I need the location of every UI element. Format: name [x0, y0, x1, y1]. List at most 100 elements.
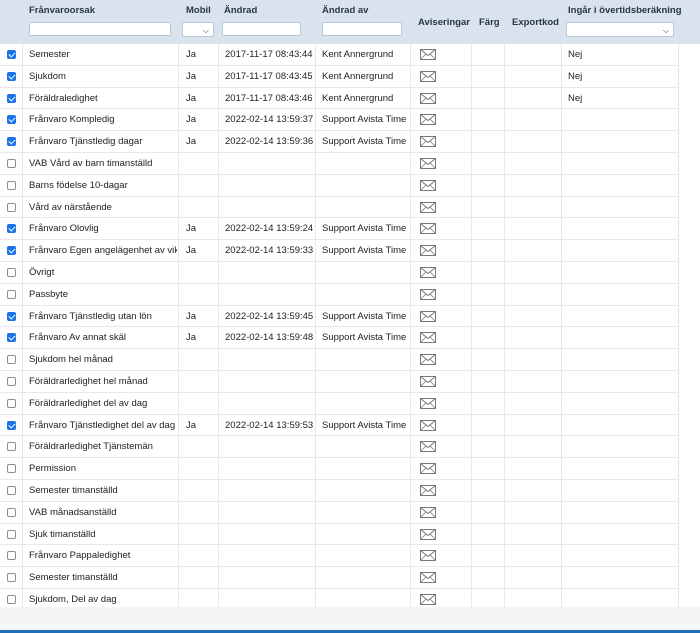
envelope-icon[interactable]: [420, 157, 436, 169]
row-checkbox[interactable]: [7, 551, 16, 561]
envelope-icon[interactable]: [420, 201, 436, 213]
envelope-icon[interactable]: [420, 310, 436, 322]
table-row[interactable]: Semester timanställd: [0, 480, 678, 502]
col-header-changed-by[interactable]: Ändrad av: [322, 5, 368, 16]
col-header-changed[interactable]: Ändrad: [224, 5, 257, 16]
row-checkbox[interactable]: [7, 464, 16, 474]
row-checkbox[interactable]: [7, 202, 16, 212]
filter-reason-input[interactable]: [29, 22, 171, 36]
table-row[interactable]: Föräldrarledighet Tjänstemän: [0, 436, 678, 459]
table-row[interactable]: Frånvaro Av annat skäl Ja 2022-02-14 13:59…: [0, 327, 678, 350]
row-checkbox[interactable]: [7, 311, 16, 321]
row-checkbox[interactable]: [7, 180, 16, 190]
changed-by-name: [322, 480, 410, 501]
reason-name: Föräldrarledighet hel månad: [29, 375, 148, 387]
row-checkbox[interactable]: [7, 50, 16, 59]
row-checkbox[interactable]: [7, 246, 16, 256]
envelope-icon[interactable]: [420, 593, 436, 605]
overtime-value: [568, 153, 668, 174]
row-checkbox[interactable]: [7, 529, 16, 539]
row-checkbox[interactable]: [7, 333, 16, 343]
table-row[interactable]: Föräldrarledighet hel månad: [0, 371, 678, 393]
table-row[interactable]: Semester Ja 2017-11-17 08:43:44 Kent Annerg…: [0, 44, 678, 66]
col-header-export-code[interactable]: Exportkod: [512, 17, 559, 28]
envelope-icon[interactable]: [420, 484, 436, 496]
changed-by-name: Support Avista Time: [322, 114, 407, 126]
mobile-value: [186, 262, 216, 283]
table-row[interactable]: Frånvaro Tjänstledighet del av dag Ja 2022…: [0, 415, 678, 437]
filter-overtime-select[interactable]: ⌵: [566, 22, 674, 37]
table-row[interactable]: Vård av närstående: [0, 197, 678, 219]
row-checkbox[interactable]: [7, 485, 16, 495]
filter-changed-by-input[interactable]: [322, 22, 402, 36]
envelope-icon[interactable]: [420, 136, 436, 148]
table-row[interactable]: Frånvaro Kompledig Ja 2022-02-14 13:59:37 S…: [0, 109, 678, 132]
table-row[interactable]: Sjuk timanställd: [0, 524, 678, 546]
envelope-icon[interactable]: [420, 441, 436, 453]
envelope-icon[interactable]: [420, 528, 436, 540]
col-header-reason[interactable]: Frånvaroorsak: [29, 5, 95, 16]
envelope-icon[interactable]: [420, 354, 436, 366]
row-checkbox[interactable]: [7, 267, 16, 277]
envelope-icon[interactable]: [420, 463, 436, 475]
changed-timestamp: 2022-02-14 13:59:53: [225, 419, 314, 431]
table-row[interactable]: Sjukdom hel månad: [0, 349, 678, 371]
table-row[interactable]: Frånvaro Pappaledighet: [0, 545, 678, 568]
row-checkbox[interactable]: [7, 158, 16, 168]
row-checkbox[interactable]: [7, 420, 16, 430]
row-checkbox[interactable]: [7, 289, 16, 299]
table-row[interactable]: VAB Vård av barn timanställd: [0, 153, 678, 175]
filter-changed-input[interactable]: [222, 22, 301, 36]
envelope-icon[interactable]: [420, 397, 436, 409]
row-checkbox[interactable]: [7, 398, 16, 408]
table-row[interactable]: Övrigt: [0, 262, 678, 284]
envelope-icon[interactable]: [420, 49, 436, 60]
changed-timestamp: [225, 262, 315, 283]
row-checkbox[interactable]: [7, 573, 16, 583]
table-row[interactable]: Sjukdom Ja 2017-11-17 08:43:45 Kent Annergr…: [0, 66, 678, 88]
row-checkbox[interactable]: [7, 71, 16, 81]
col-header-overtime[interactable]: Ingår i övertidsberäkning: [568, 5, 682, 16]
envelope-icon[interactable]: [420, 332, 436, 344]
envelope-icon[interactable]: [420, 288, 436, 300]
envelope-icon[interactable]: [420, 70, 436, 82]
table-row[interactable]: Frånvaro Tjänstledig utan lön Ja 2022-02-1…: [0, 306, 678, 328]
row-checkbox[interactable]: [7, 93, 16, 103]
row-checkbox[interactable]: [7, 137, 16, 147]
envelope-icon[interactable]: [420, 266, 436, 278]
row-checkbox[interactable]: [7, 355, 16, 365]
table-row[interactable]: Permission: [0, 458, 678, 480]
row-checkbox[interactable]: [7, 376, 16, 386]
table-row[interactable]: Frånvaro Egen angelägenhet av vikt Ja 2022…: [0, 240, 678, 262]
table-row[interactable]: Frånvaro Tjänstledig dagar Ja 2022-02-14 1…: [0, 131, 678, 153]
envelope-icon[interactable]: [420, 223, 436, 235]
changed-timestamp: 2022-02-14 13:59:33: [225, 245, 314, 257]
envelope-icon[interactable]: [420, 506, 436, 518]
envelope-icon[interactable]: [420, 245, 436, 257]
col-header-color[interactable]: Färg: [479, 17, 500, 28]
row-checkbox[interactable]: [7, 115, 16, 125]
envelope-icon[interactable]: [420, 92, 436, 104]
table-row[interactable]: Frånvaro Olovlig Ja 2022-02-14 13:59:24 Sup…: [0, 218, 678, 241]
row-checkbox[interactable]: [7, 507, 16, 517]
col-header-notifications[interactable]: Aviseringar: [418, 17, 470, 28]
envelope-icon[interactable]: [420, 550, 436, 562]
table-row[interactable]: Föräldraledighet Ja 2017-11-17 08:43:46 Ken…: [0, 88, 678, 110]
envelope-icon[interactable]: [420, 419, 436, 431]
envelope-icon[interactable]: [420, 179, 436, 191]
envelope-icon[interactable]: [420, 114, 436, 126]
envelope-icon[interactable]: [420, 572, 436, 584]
table-row[interactable]: Föräldrarledighet del av dag: [0, 393, 678, 415]
table-row[interactable]: Passbyte: [0, 284, 678, 306]
changed-by-name: [322, 284, 410, 305]
table-row[interactable]: Semester timanställd: [0, 567, 678, 589]
row-checkbox[interactable]: [7, 442, 16, 452]
reason-name: Barns födelse 10-dagar: [29, 179, 128, 191]
filter-mobile-select[interactable]: ⌵: [182, 22, 214, 37]
envelope-icon[interactable]: [420, 375, 436, 387]
table-row[interactable]: VAB månadsanställd: [0, 502, 678, 524]
col-header-mobile[interactable]: Mobil: [186, 5, 211, 16]
row-checkbox[interactable]: [7, 224, 16, 234]
row-checkbox[interactable]: [7, 594, 16, 604]
table-row[interactable]: Barns födelse 10-dagar: [0, 175, 678, 197]
